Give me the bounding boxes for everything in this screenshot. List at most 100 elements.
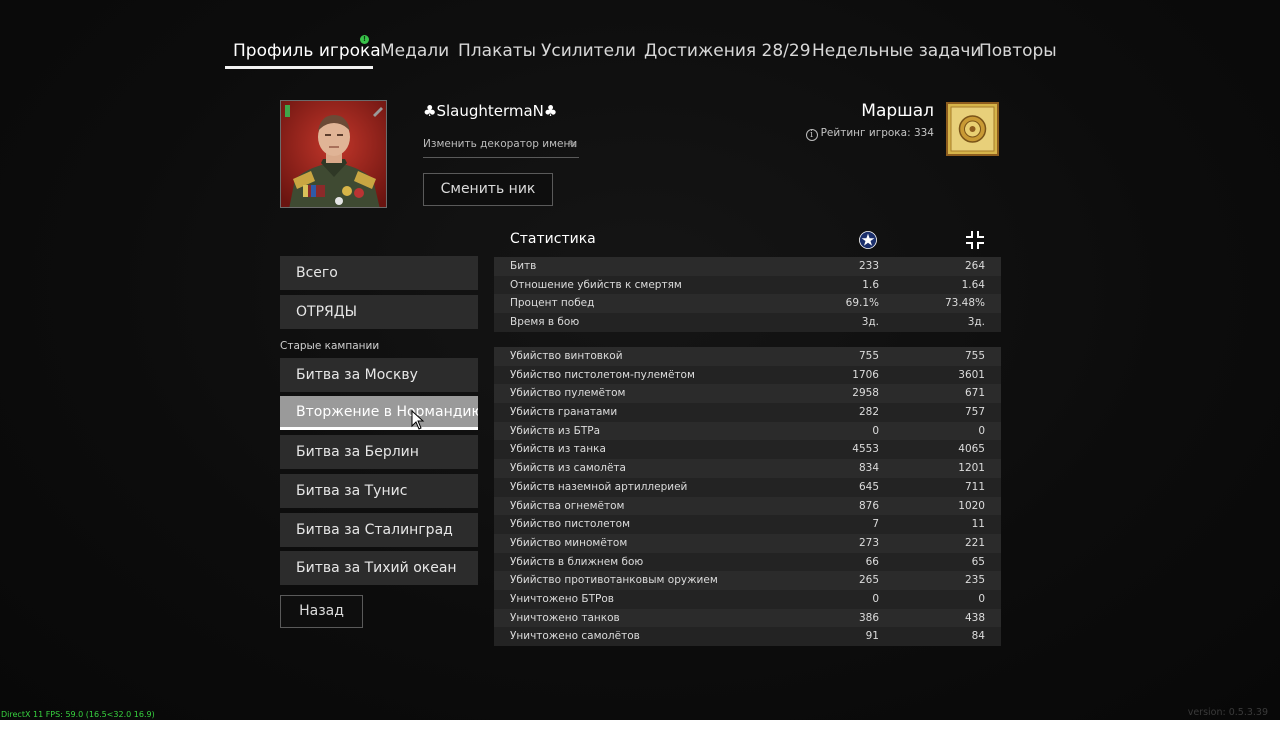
stat-label: Уничтожено БТРов <box>510 592 614 605</box>
stat-label: Уничтожено самолётов <box>510 630 640 643</box>
stats-details-table: Убийство винтовкой 755 755 Убийство пистоле… <box>494 347 1001 646</box>
player-rating: i Рейтинг игрока: 334 <box>805 127 934 141</box>
stat-allies-value: 3д. <box>861 316 879 329</box>
player-name: ♣SlaughtermaN♣ <box>423 102 558 120</box>
stat-row: Убийство винтовкой 755 755 <box>494 347 1001 366</box>
stat-row: Убийство пулемётом 2958 671 <box>494 384 1001 404</box>
stat-axis-value: 264 <box>964 260 985 272</box>
stat-row: Уничтожено самолётов 91 84 <box>494 627 1001 646</box>
menu-campaign-berlin[interactable]: Битва за Берлин <box>280 435 478 469</box>
tab-posters[interactable]: Плакаты <box>458 36 536 68</box>
stat-allies-value: 0 <box>872 424 879 437</box>
version-label: version: 0.5.3.39 <box>1187 707 1268 718</box>
stat-axis-value: 438 <box>964 611 985 624</box>
active-tab-underline <box>225 66 373 69</box>
pencil-icon: ✎ <box>567 138 577 151</box>
stat-label: Убийство винтовкой <box>510 350 623 362</box>
stat-label: Время в бою <box>510 316 580 329</box>
stat-axis-value: 4065 <box>958 443 985 456</box>
stat-row: Убийства огнемётом 876 1020 <box>494 496 1001 516</box>
change-nick-button[interactable]: Сменить ник <box>423 173 553 206</box>
stat-allies-value: 1.6 <box>862 278 879 291</box>
profile-tabs: Профиль игрока ! Медали Плакаты Усилител… <box>0 35 1280 70</box>
stat-row: Битв 233 264 <box>494 257 1001 276</box>
fps-counter: DirectX 11 FPS: 59.0 (16.5<32.0 16.9) <box>1 710 155 719</box>
stat-allies-value: 755 <box>858 350 879 362</box>
player-avatar[interactable] <box>280 100 387 208</box>
menu-campaign-stalingrad[interactable]: Битва за Сталинград <box>280 513 478 547</box>
game-screen: Профиль игрока ! Медали Плакаты Усилител… <box>0 0 1280 720</box>
stat-row: Уничтожено БТРов 0 0 <box>494 589 1001 609</box>
stat-label: Убийства огнемётом <box>510 499 625 512</box>
back-button[interactable]: Назад <box>280 595 363 628</box>
stat-axis-value: 671 <box>964 387 985 400</box>
stat-allies-value: 876 <box>858 499 879 512</box>
tab-weekly-tasks[interactable]: Недельные задачи <box>812 36 981 68</box>
stat-label: Отношение убийств к смертям <box>510 278 682 291</box>
stat-axis-value: 11 <box>971 518 985 531</box>
stat-row: Процент побед 69.1% 73.48% <box>494 294 1001 314</box>
stat-allies-value: 265 <box>858 574 879 587</box>
stat-label: Убийство пулемётом <box>510 387 626 400</box>
stat-axis-value: 3д. <box>967 316 985 329</box>
stat-label: Убийство пистолетом-пулемётом <box>510 368 695 381</box>
tab-achievements[interactable]: Достижения 28/29 <box>644 36 811 68</box>
menu-campaign-tunisia[interactable]: Битва за Тунис <box>280 474 478 508</box>
stat-allies-value: 66 <box>865 555 879 568</box>
stat-axis-value: 221 <box>964 536 985 549</box>
stat-row: Убийств из БТРа 0 0 <box>494 421 1001 441</box>
stat-label: Убийство противотанковым оружием <box>510 574 718 587</box>
stat-axis-value: 0 <box>978 592 985 605</box>
stat-axis-value: 757 <box>964 406 985 419</box>
stats-summary-table: Битв 233 264 Отношение убийств к смертям 1.6… <box>494 257 1001 332</box>
stat-axis-value: 65 <box>971 555 985 568</box>
rank-insignia-icon <box>946 102 999 156</box>
stat-axis-value: 711 <box>964 480 985 493</box>
menu-squads[interactable]: ОТРЯДЫ <box>280 295 478 329</box>
stat-row: Убийство противотанковым оружием 265 235 <box>494 571 1001 590</box>
stat-label: Убийств гранатами <box>510 406 618 419</box>
stat-allies-value: 386 <box>858 611 879 624</box>
stat-row: Время в бою 3д. 3д. <box>494 313 1001 332</box>
avatar-portrait-image <box>281 101 386 207</box>
stat-label: Процент побед <box>510 297 595 310</box>
stat-row: Убийство миномётом 273 221 <box>494 533 1001 553</box>
stat-axis-value: 755 <box>964 350 985 362</box>
info-icon[interactable]: i <box>805 129 818 141</box>
stat-allies-value: 0 <box>872 592 879 605</box>
notification-badge: ! <box>360 35 369 44</box>
stat-row: Убийство пистолетом-пулемётом 1706 3601 <box>494 365 1001 385</box>
stat-axis-value: 235 <box>964 574 985 587</box>
change-name-decorator-link[interactable]: Изменить декоратор имени ✎ <box>423 138 579 158</box>
stat-allies-value: 7 <box>872 518 879 531</box>
stat-label: Убийств наземной артиллерией <box>510 480 688 493</box>
stat-label: Убийство миномётом <box>510 536 628 549</box>
stat-row: Убийство пистолетом 7 11 <box>494 515 1001 534</box>
stat-label: Убийств из БТРа <box>510 424 601 437</box>
tab-boosters[interactable]: Усилители <box>541 36 636 68</box>
stat-row: Отношение убийств к смертям 1.6 1.64 <box>494 275 1001 295</box>
stat-allies-value: 233 <box>858 260 879 272</box>
marshal-rank-badge <box>946 102 999 156</box>
stat-label: Битв <box>510 260 537 272</box>
stat-axis-value: 0 <box>978 424 985 437</box>
allied-star-icon <box>859 231 877 249</box>
menu-campaign-normandy[interactable]: Вторжение в Нормандию <box>280 396 478 430</box>
stat-axis-value: 1201 <box>958 462 985 475</box>
stat-row: Убийств в ближнем бою 66 65 <box>494 552 1001 572</box>
axis-cross-icon <box>966 231 984 249</box>
tab-replays[interactable]: Повторы <box>979 36 1057 68</box>
tab-player-profile[interactable]: Профиль игрока ! <box>233 35 381 68</box>
menu-total[interactable]: Всего <box>280 256 478 290</box>
menu-campaign-moscow[interactable]: Битва за Москву <box>280 358 478 392</box>
tab-medals[interactable]: Медали <box>380 36 449 68</box>
menu-campaign-pacific[interactable]: Битва за Тихий океан <box>280 551 478 585</box>
stat-label: Убийство пистолетом <box>510 518 630 531</box>
mouse-cursor-icon <box>411 410 425 430</box>
player-rating-text: Рейтинг игрока: 334 <box>820 127 934 139</box>
stat-axis-value: 1020 <box>958 499 985 512</box>
stat-axis-value: 73.48% <box>944 297 985 310</box>
stat-label: Убийств из самолёта <box>510 462 626 475</box>
stat-row: Убийств гранатами 282 757 <box>494 403 1001 422</box>
stat-row: Убийств из самолёта 834 1201 <box>494 459 1001 478</box>
